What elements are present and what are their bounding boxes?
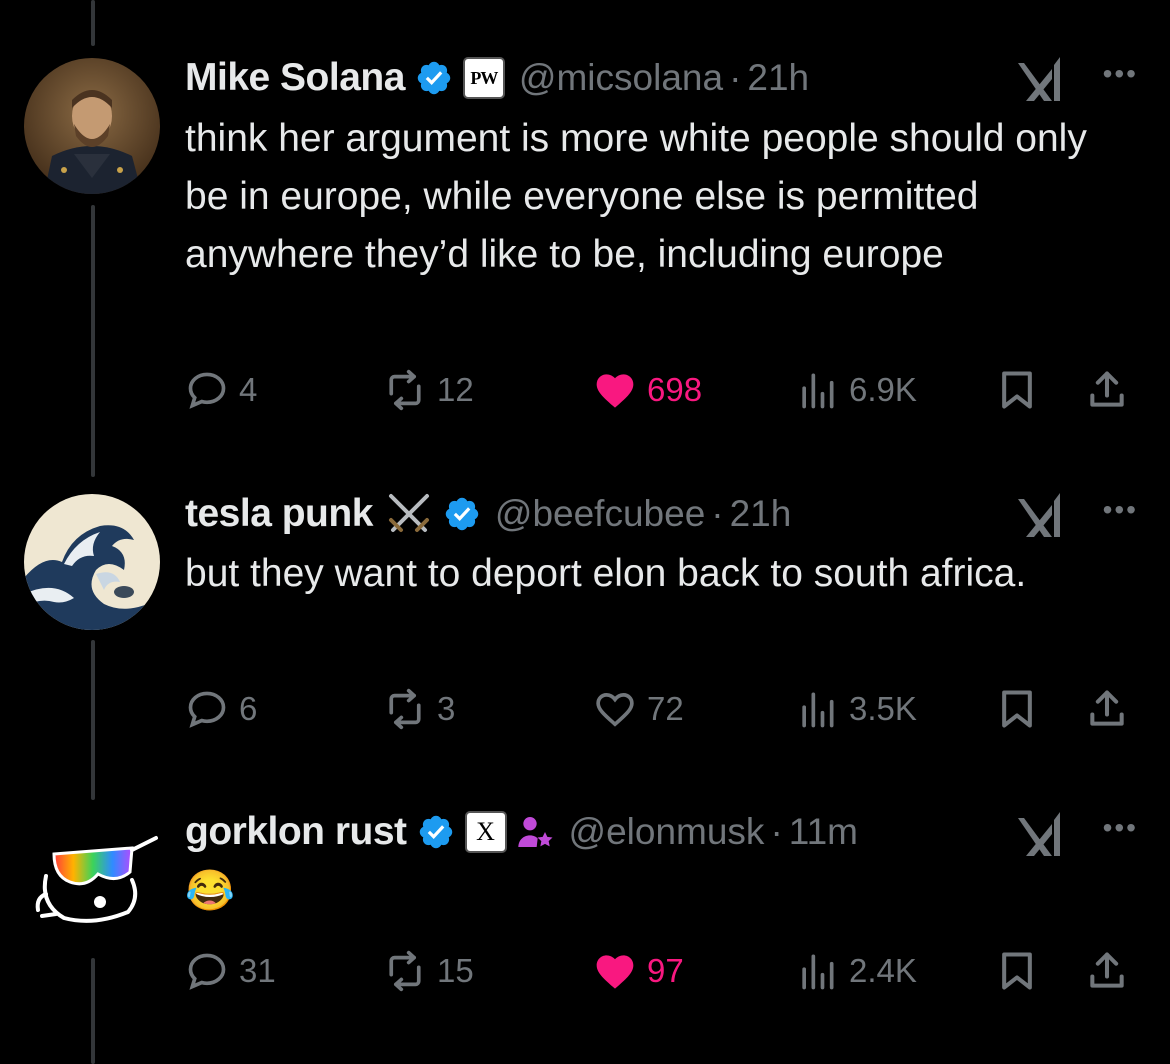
xai-grok-icon[interactable]: [1016, 812, 1068, 858]
repost-button[interactable]: 12: [383, 365, 474, 415]
affiliate-badge-label: PW: [470, 67, 498, 88]
bookmark-button[interactable]: [995, 365, 1039, 415]
affiliate-badge[interactable]: X: [464, 811, 507, 853]
repost-button[interactable]: 3: [383, 684, 455, 734]
repost-count: 12: [437, 371, 474, 408]
like-icon: [596, 374, 634, 408]
like-button[interactable]: 72: [593, 684, 684, 734]
reply-button[interactable]: 4: [185, 365, 257, 415]
tweet-gorklon-rust[interactable]: gorklon rust X @elonmusk · 11m ••• 😂 31 …: [0, 760, 1170, 1064]
user-handle[interactable]: @beefcubee: [495, 493, 705, 535]
view-count: 2.4K: [849, 952, 917, 989]
reply-icon: [188, 953, 226, 990]
repost-count: 3: [437, 690, 456, 727]
like-count: 72: [647, 690, 684, 727]
tweet-mike-solana[interactable]: Mike Solana PW @micsolana · 21h ••• thin…: [0, 0, 1170, 440]
tweet-header: gorklon rust X @elonmusk · 11m: [185, 802, 858, 862]
display-name[interactable]: Mike Solana: [185, 56, 405, 100]
more-icon[interactable]: •••: [1103, 58, 1138, 90]
view-count: 3.5K: [849, 690, 917, 727]
reply-count: 4: [239, 371, 258, 408]
display-name[interactable]: gorklon rust: [185, 810, 407, 854]
views-icon: [802, 692, 834, 728]
user-handle[interactable]: @micsolana: [519, 57, 723, 99]
reply-button[interactable]: 6: [185, 684, 257, 734]
more-icon[interactable]: •••: [1103, 494, 1138, 526]
share-button[interactable]: [1085, 365, 1129, 415]
tweet-header: Mike Solana PW @micsolana · 21h: [185, 48, 809, 108]
views-button[interactable]: 6.9K: [795, 365, 917, 415]
separator-dot: ·: [711, 493, 724, 534]
share-icon: [1090, 371, 1124, 407]
timestamp[interactable]: 21h: [747, 57, 809, 99]
avatar[interactable]: [24, 814, 160, 950]
reply-icon: [188, 691, 226, 728]
repost-button[interactable]: 15: [383, 946, 474, 996]
like-count: 97: [647, 952, 684, 989]
bookmark-icon: [1002, 952, 1032, 990]
reply-count: 6: [239, 690, 258, 727]
timestamp[interactable]: 21h: [730, 493, 792, 535]
like-icon: [596, 693, 634, 727]
more-icon[interactable]: •••: [1103, 812, 1138, 844]
verified-badge-icon[interactable]: [417, 813, 455, 851]
bookmark-icon: [1002, 371, 1032, 409]
bookmark-button[interactable]: [995, 946, 1039, 996]
views-icon: [802, 373, 834, 409]
tweet-actions: 31 15 97 2.4K: [185, 946, 1145, 996]
affiliate-badge-label: X: [476, 817, 495, 846]
display-name[interactable]: tesla punk: [185, 492, 373, 536]
tweet-actions: 4 12 698 6.9K: [185, 365, 1145, 415]
separator-dot: ·: [729, 57, 742, 98]
avatar[interactable]: [24, 58, 160, 194]
xai-grok-icon[interactable]: [1016, 493, 1068, 539]
view-count: 6.9K: [849, 371, 917, 408]
verified-badge-icon[interactable]: [443, 495, 481, 533]
repost-icon: [389, 369, 421, 411]
xai-grok-icon[interactable]: [1016, 57, 1068, 103]
repost-icon: [389, 688, 421, 730]
timestamp[interactable]: 11m: [789, 811, 858, 853]
reply-button[interactable]: 31: [185, 946, 276, 996]
views-button[interactable]: 2.4K: [795, 946, 917, 996]
tweet-actions: 6 3 72 3.5K: [185, 684, 1145, 734]
like-button[interactable]: 97: [593, 946, 684, 996]
tweet-text: think her argument is more white people …: [185, 117, 1087, 276]
affiliate-badge[interactable]: PW: [462, 57, 505, 99]
reply-count: 31: [239, 952, 276, 989]
views-icon: [802, 954, 834, 990]
tweet-header: tesla punk @beefcubee · 21h: [185, 484, 791, 544]
like-button[interactable]: 698: [593, 365, 702, 415]
crossed-swords-emoji: [385, 490, 433, 538]
tweet-tesla-punk[interactable]: tesla punk @beefcubee · 21h ••• but they…: [0, 440, 1170, 760]
share-icon: [1090, 690, 1124, 726]
bookmark-icon: [1002, 690, 1032, 728]
repost-count: 15: [437, 952, 474, 989]
separator-dot: ·: [770, 811, 783, 852]
subscriber-person-star-icon[interactable]: [515, 812, 555, 852]
views-button[interactable]: 3.5K: [795, 684, 917, 734]
avatar[interactable]: [24, 494, 160, 630]
repost-icon: [389, 950, 421, 992]
reply-icon: [188, 372, 226, 409]
share-icon: [1090, 952, 1124, 988]
share-button[interactable]: [1085, 684, 1129, 734]
share-button[interactable]: [1085, 946, 1129, 996]
like-count: 698: [647, 371, 703, 408]
user-handle[interactable]: @elonmusk: [569, 811, 765, 853]
tweet-text: but they want to deport elon back to sou…: [185, 552, 1027, 595]
bookmark-button[interactable]: [995, 684, 1039, 734]
verified-badge-icon[interactable]: [415, 59, 453, 97]
tweet-text: 😂: [185, 869, 235, 913]
like-icon: [596, 955, 634, 989]
